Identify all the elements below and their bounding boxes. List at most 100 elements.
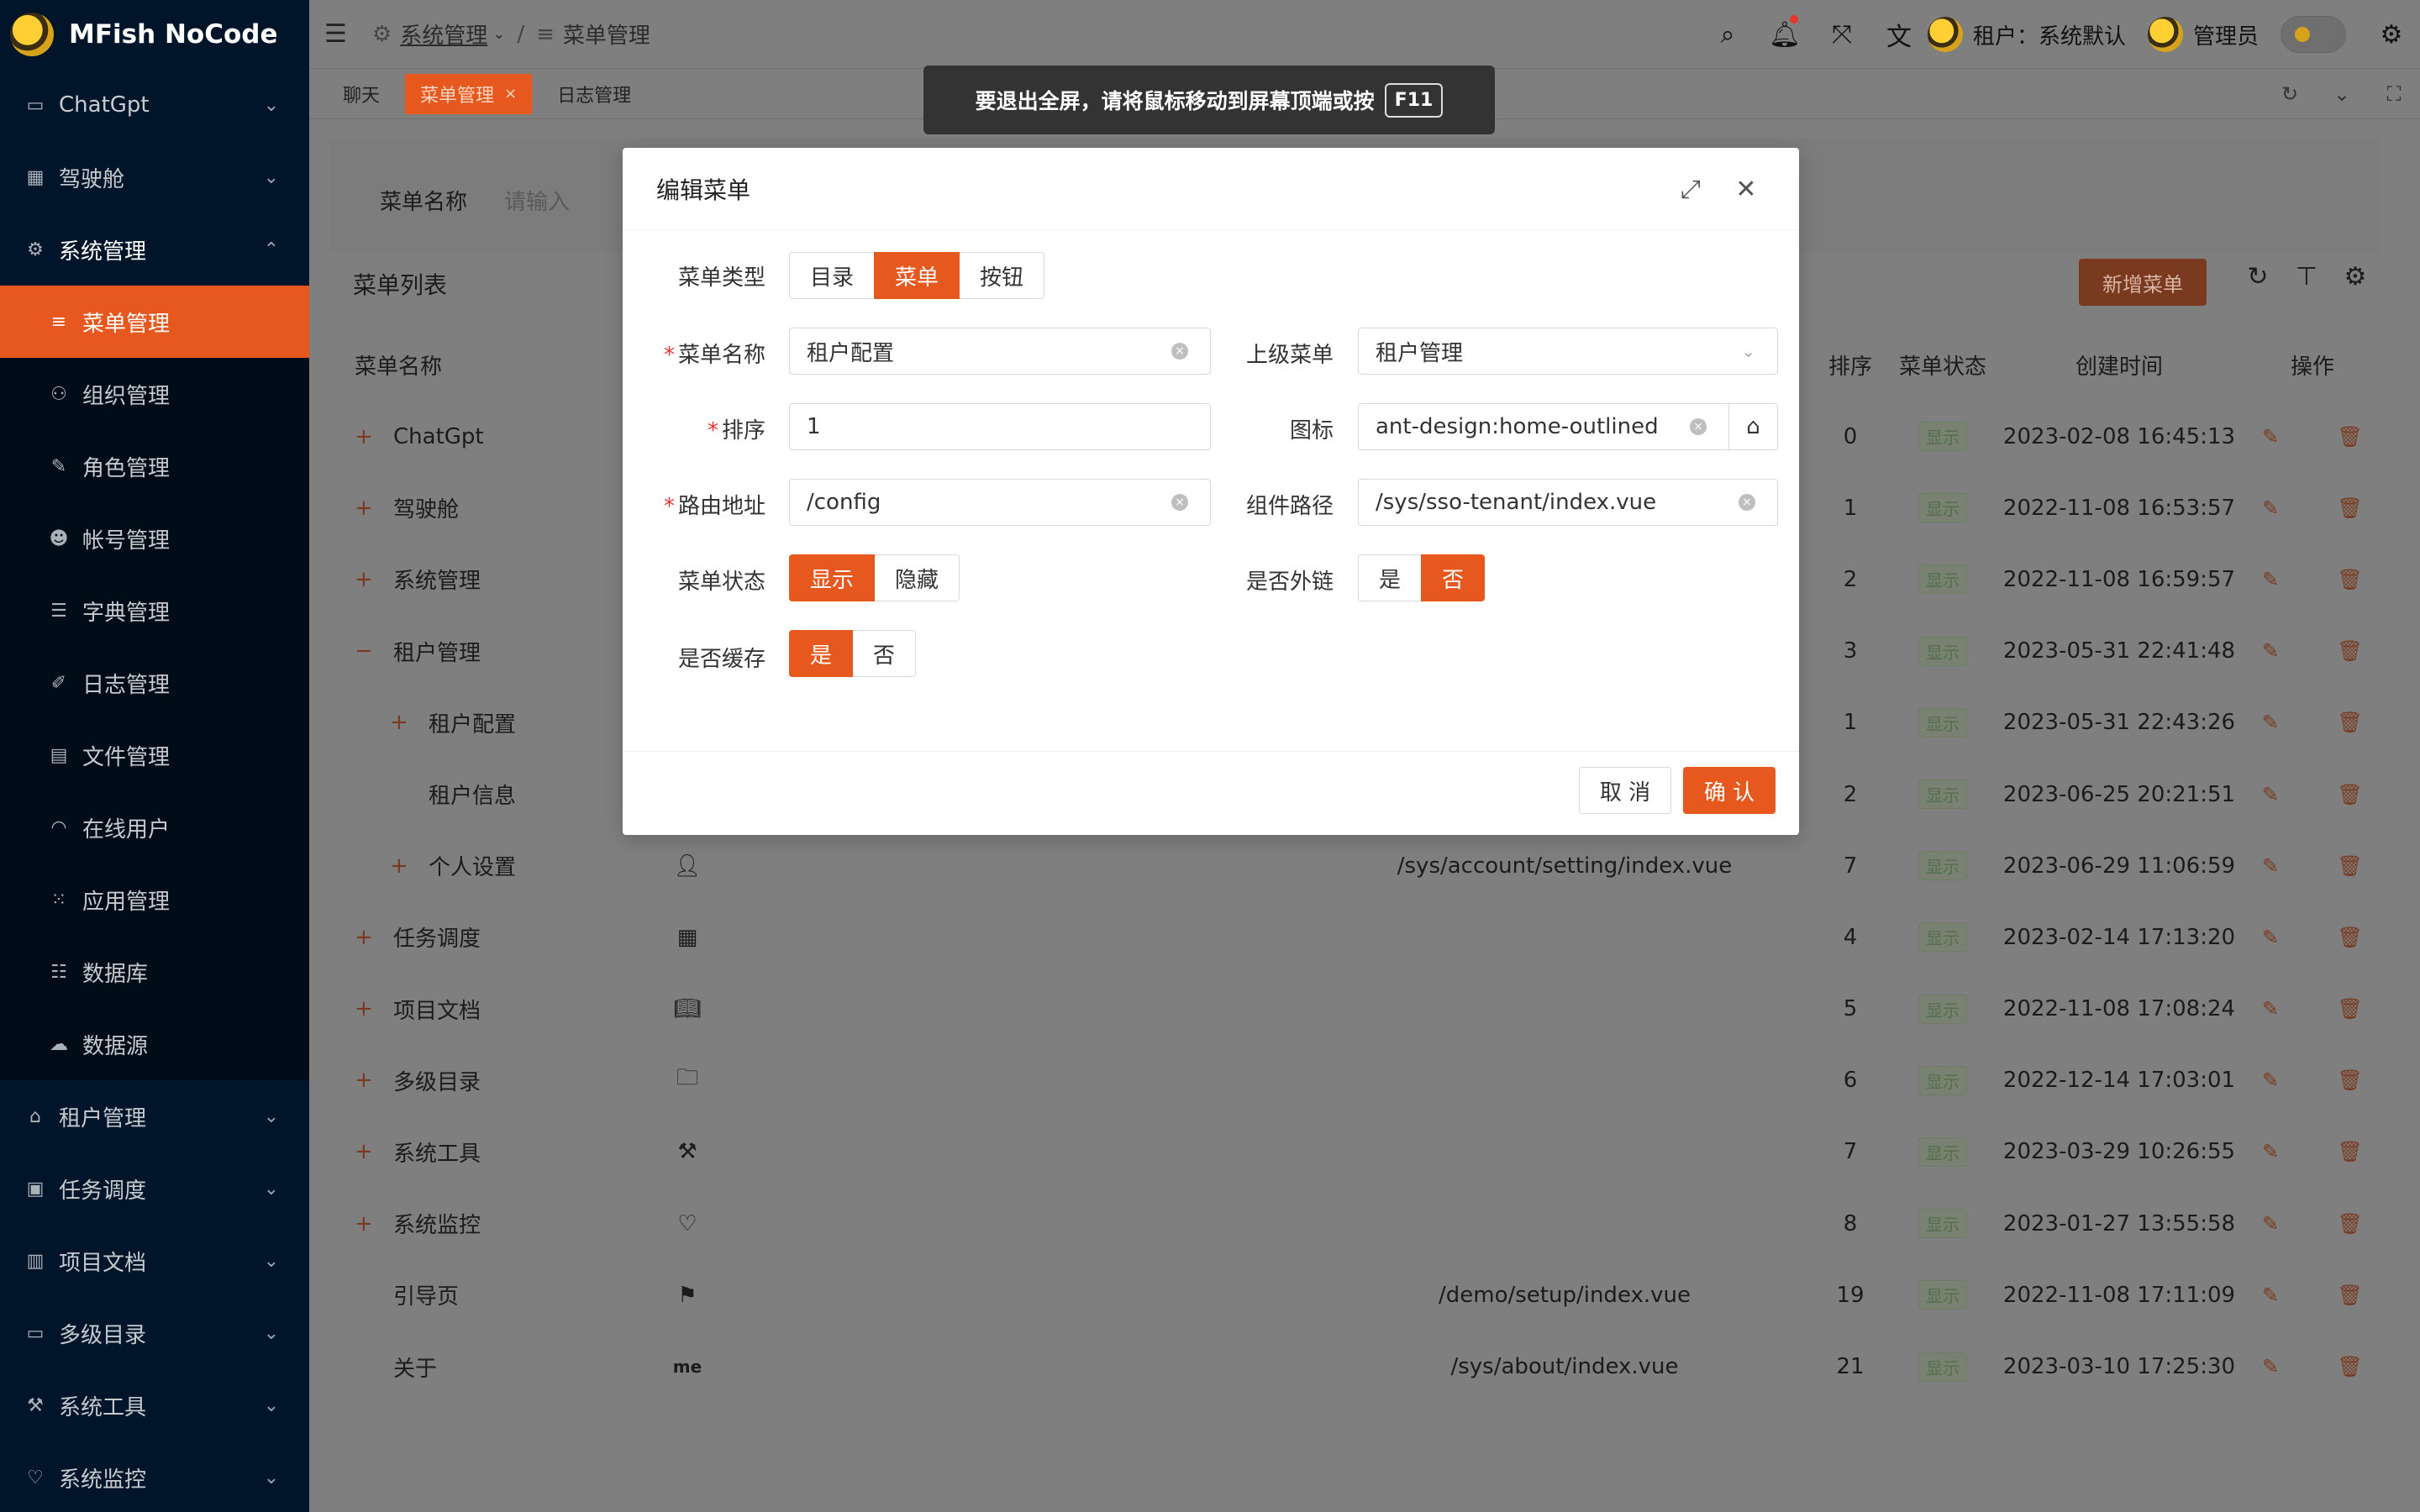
edit-icon[interactable]: ✎ (2262, 997, 2279, 1021)
expand-icon[interactable]: + (355, 567, 375, 592)
sidebar-item-account[interactable]: ☻ 帐号管理 (0, 502, 309, 575)
sidebar-item-file[interactable]: ▤ 文件管理 (0, 719, 309, 791)
sidebar-item-tools[interactable]: ⚒ 系统工具 ⌄ (0, 1369, 309, 1441)
add-menu-button[interactable]: 新增菜单 (2079, 259, 2207, 306)
expand-icon[interactable]: + (355, 1068, 375, 1093)
edit-icon[interactable]: ✎ (2262, 568, 2279, 591)
cancel-button[interactable]: 取 消 (1579, 767, 1671, 814)
expand-icon[interactable]: + (355, 996, 375, 1021)
breadcrumb-item[interactable]: 系统管理 (400, 18, 487, 50)
brand[interactable]: MFish NoCode (0, 0, 309, 69)
translate-icon[interactable]: 文 (1870, 0, 1928, 69)
cache-option-no[interactable]: 否 (852, 630, 917, 677)
search-icon[interactable]: ⌕ (1699, 0, 1756, 69)
component-input[interactable]: /sys/sso-tenant/index.vue × (1358, 479, 1778, 526)
delete-icon[interactable]: 🗑︎ (2338, 926, 2363, 949)
delete-icon[interactable]: 🗑︎ (2338, 568, 2363, 591)
expand-icon[interactable]: + (355, 424, 375, 449)
tab-menu-manage[interactable]: 菜单管理 × (405, 73, 533, 114)
table-row[interactable]: + 多级目录 🗀 6 显示 2022-12-14 17:03:01 ✎ 🗑︎ (329, 1045, 2405, 1116)
delete-icon[interactable]: 🗑︎ (2338, 711, 2363, 734)
sidebar-item-org[interactable]: ⚇ 组织管理 (0, 358, 309, 430)
clear-icon[interactable]: × (1690, 418, 1707, 435)
sidebar-item-tenant[interactable]: ⌂ 租户管理 ⌄ (0, 1080, 309, 1152)
cache-option-yes[interactable]: 是 (789, 630, 854, 677)
status-option-hide[interactable]: 隐藏 (874, 554, 960, 601)
clear-icon[interactable]: × (1171, 343, 1188, 360)
table-row[interactable]: + 个人设置 👤︎/sys/account/setting/index.vue 7 显示… (329, 830, 2405, 901)
bell-icon[interactable]: 🔔︎ (1756, 0, 1813, 69)
table-row[interactable]: 关于 me/sys/about/index.vue 21 显示 2023-03-10 1… (329, 1331, 2405, 1402)
sidebar-item-dict[interactable]: ☰ 字典管理 (0, 575, 309, 647)
edit-icon[interactable]: ✎ (2262, 639, 2279, 663)
delete-icon[interactable]: 🗑︎ (2338, 854, 2363, 878)
external-option-no[interactable]: 否 (1421, 554, 1486, 601)
icon-input[interactable]: ant-design:home-outlined × (1358, 403, 1729, 450)
fullscreen-icon[interactable]: ⤧ (1813, 0, 1870, 69)
expand-icon[interactable]: ⛶ (2368, 82, 2420, 106)
home-icon[interactable]: ⌂ (1729, 403, 1778, 450)
sidebar-item-docs[interactable]: ▥ 项目文档 ⌄ (0, 1225, 309, 1297)
delete-icon[interactable]: 🗑︎ (2338, 496, 2363, 520)
edit-icon[interactable]: ✎ (2262, 1068, 2279, 1092)
delete-icon[interactable]: 🗑︎ (2338, 1140, 2363, 1163)
expand-icon[interactable]: + (390, 710, 410, 735)
fullscreen-icon[interactable]: ⤢ (1663, 175, 1718, 204)
table-row[interactable]: 引导页 ⚑/demo/setup/index.vue 19 显示 2022-11-08 … (329, 1259, 2405, 1331)
tenant-switcher[interactable]: 租户：系统默认 (1927, 17, 2126, 52)
type-option-dir[interactable]: 目录 (789, 252, 876, 299)
sidebar-item-schedule[interactable]: ▣ 任务调度 ⌄ (0, 1152, 309, 1225)
expand-icon[interactable]: + (355, 496, 375, 521)
expand-icon[interactable]: + (390, 853, 410, 879)
sort-input[interactable]: 1 (789, 403, 1211, 450)
edit-icon[interactable]: ✎ (2262, 425, 2279, 449)
chevron-down-icon[interactable]: ⌄ (2316, 82, 2368, 106)
sidebar-item-menu-manage[interactable]: ≡ 菜单管理 (0, 286, 309, 358)
settings-icon[interactable]: ⚙ (2331, 262, 2380, 291)
sidebar-item-chatgpt[interactable]: ▭ ChatGpt ⌄ (0, 69, 309, 141)
close-icon[interactable]: × (504, 85, 517, 102)
table-row[interactable]: + 系统工具 ⚒ 7 显示 2023-03-29 10:26:55 ✎ 🗑︎ (329, 1116, 2405, 1188)
table-row[interactable]: + 任务调度 ▦ 4 显示 2023-02-14 17:13:20 ✎ 🗑︎ (329, 901, 2405, 973)
delete-icon[interactable]: 🗑︎ (2338, 1355, 2363, 1378)
menu-fold-icon[interactable]: ☰ (324, 19, 347, 49)
user-menu[interactable]: 管理员 (2147, 17, 2259, 52)
expand-icon[interactable]: + (355, 1211, 375, 1236)
edit-icon[interactable]: ✎ (2262, 1355, 2279, 1378)
edit-icon[interactable]: ✎ (2262, 1212, 2279, 1236)
expand-icon[interactable]: + (355, 1139, 375, 1164)
delete-icon[interactable]: 🗑︎ (2338, 1068, 2363, 1092)
route-input[interactable]: /config × (789, 479, 1211, 526)
type-option-button[interactable]: 按钮 (959, 252, 1045, 299)
sidebar-item-database[interactable]: ☷ 数据库 (0, 936, 309, 1008)
edit-icon[interactable]: ✎ (2262, 496, 2279, 520)
search-input[interactable]: 请输入 (504, 185, 570, 216)
tab-log-manage[interactable]: 日志管理 (542, 74, 646, 114)
edit-icon[interactable]: ✎ (2262, 783, 2279, 806)
refresh-icon[interactable]: ↻ (2233, 262, 2282, 291)
type-option-menu[interactable]: 菜单 (874, 252, 960, 299)
expand-icon[interactable]: + (355, 925, 375, 950)
delete-icon[interactable]: 🗑︎ (2338, 997, 2363, 1021)
refresh-icon[interactable]: ↻ (2264, 82, 2316, 106)
sidebar-item-system[interactable]: ⚙ 系统管理 ⌃ (0, 213, 309, 286)
edit-icon[interactable]: ✎ (2262, 711, 2279, 734)
menu-name-input[interactable]: 租户配置 × (789, 328, 1211, 375)
edit-icon[interactable]: ✎ (2262, 1284, 2279, 1307)
delete-icon[interactable]: 🗑︎ (2338, 783, 2363, 806)
sidebar-item-multilevel[interactable]: ▭ 多级目录 ⌄ (0, 1297, 309, 1369)
delete-icon[interactable]: 🗑︎ (2338, 1212, 2363, 1236)
edit-icon[interactable]: ✎ (2262, 1140, 2279, 1163)
delete-icon[interactable]: 🗑︎ (2338, 639, 2363, 663)
parent-menu-select[interactable]: 租户管理 ⌄ (1358, 328, 1778, 375)
sidebar-item-datasource[interactable]: ☁ 数据源 (0, 1008, 309, 1080)
confirm-button[interactable]: 确 认 (1683, 767, 1776, 814)
clear-icon[interactable]: × (1171, 494, 1188, 511)
external-option-yes[interactable]: 是 (1358, 554, 1423, 601)
edit-icon[interactable]: ✎ (2262, 854, 2279, 878)
table-row[interactable]: + 系统监控 ♡ 8 显示 2023-01-27 13:55:58 ✎ 🗑︎ (329, 1188, 2405, 1259)
sidebar-item-online[interactable]: ◠ 在线用户 (0, 791, 309, 864)
table-row[interactable]: + 项目文档 📖︎ 5 显示 2022-11-08 17:08:24 ✎ 🗑︎ (329, 974, 2405, 1045)
sidebar-item-app[interactable]: ⁙ 应用管理 (0, 864, 309, 936)
sidebar-item-log[interactable]: ✐ 日志管理 (0, 647, 309, 719)
